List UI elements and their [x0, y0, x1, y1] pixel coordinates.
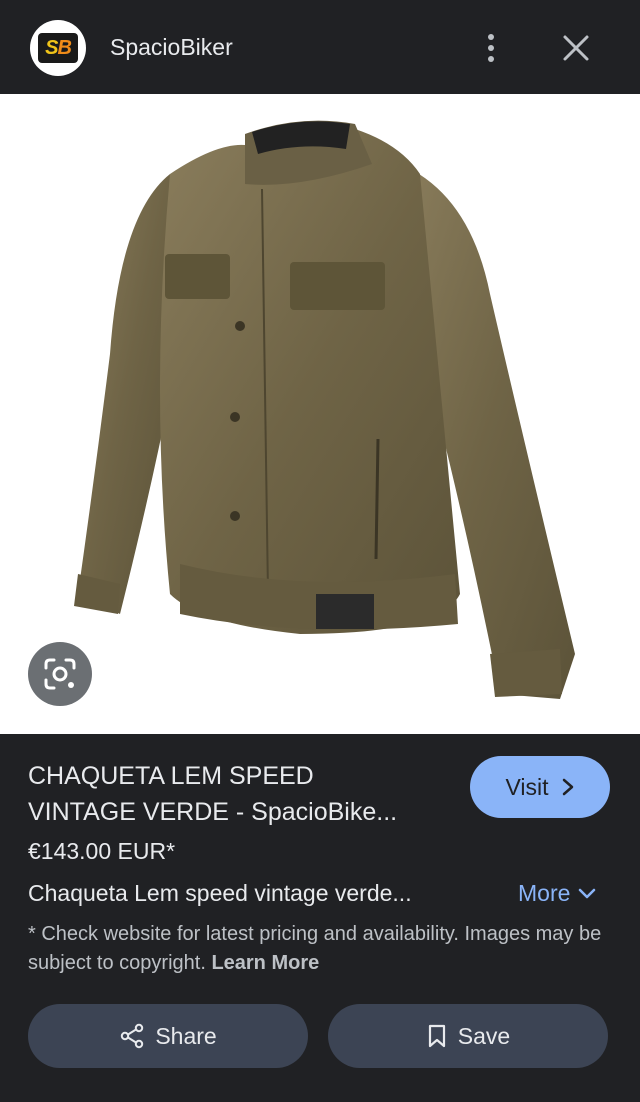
bookmark-icon: [428, 1024, 445, 1048]
visit-button[interactable]: Visit: [470, 756, 610, 818]
product-price: €143.00 EUR*: [28, 838, 176, 864]
chevron-down-icon: [579, 888, 596, 898]
disclaimer-text: * Check website for latest pricing and a…: [28, 920, 608, 978]
chevron-right-icon: [562, 778, 573, 796]
more-button[interactable]: More: [518, 880, 596, 907]
share-icon: [121, 1023, 144, 1049]
save-button[interactable]: Save: [328, 1004, 608, 1068]
share-button[interactable]: Share: [28, 1004, 308, 1068]
site-name[interactable]: SpacioBiker: [110, 34, 233, 61]
product-info-panel: CHAQUETA LEM SPEED VINTAGE VERDE - Spaci…: [0, 734, 640, 1102]
logo-letter-s: S: [45, 36, 58, 59]
product-image[interactable]: [0, 94, 640, 734]
product-description: Chaqueta Lem speed vintage verde...: [28, 880, 412, 906]
site-logo[interactable]: SB: [30, 20, 86, 76]
more-vert-icon[interactable]: [476, 28, 506, 68]
more-label: More: [518, 880, 571, 906]
jacket-image: [74, 120, 575, 699]
product-title-line1: CHAQUETA LEM SPEED: [28, 762, 314, 790]
product-title[interactable]: CHAQUETA LEM SPEED VINTAGE VERDE - Spaci…: [28, 758, 448, 830]
top-bar: SB SpacioBiker: [0, 0, 640, 94]
logo-badge: SB: [38, 33, 78, 63]
visit-label: Visit: [505, 773, 549, 800]
product-title-line2: VINTAGE VERDE - SpacioBike...: [28, 798, 398, 826]
share-label: Share: [155, 1022, 217, 1049]
logo-letter-b: B: [57, 36, 71, 59]
close-icon[interactable]: [556, 28, 596, 68]
lens-icon[interactable]: [28, 642, 92, 706]
learn-more-link[interactable]: Learn More: [211, 952, 319, 974]
save-label: Save: [457, 1022, 511, 1049]
